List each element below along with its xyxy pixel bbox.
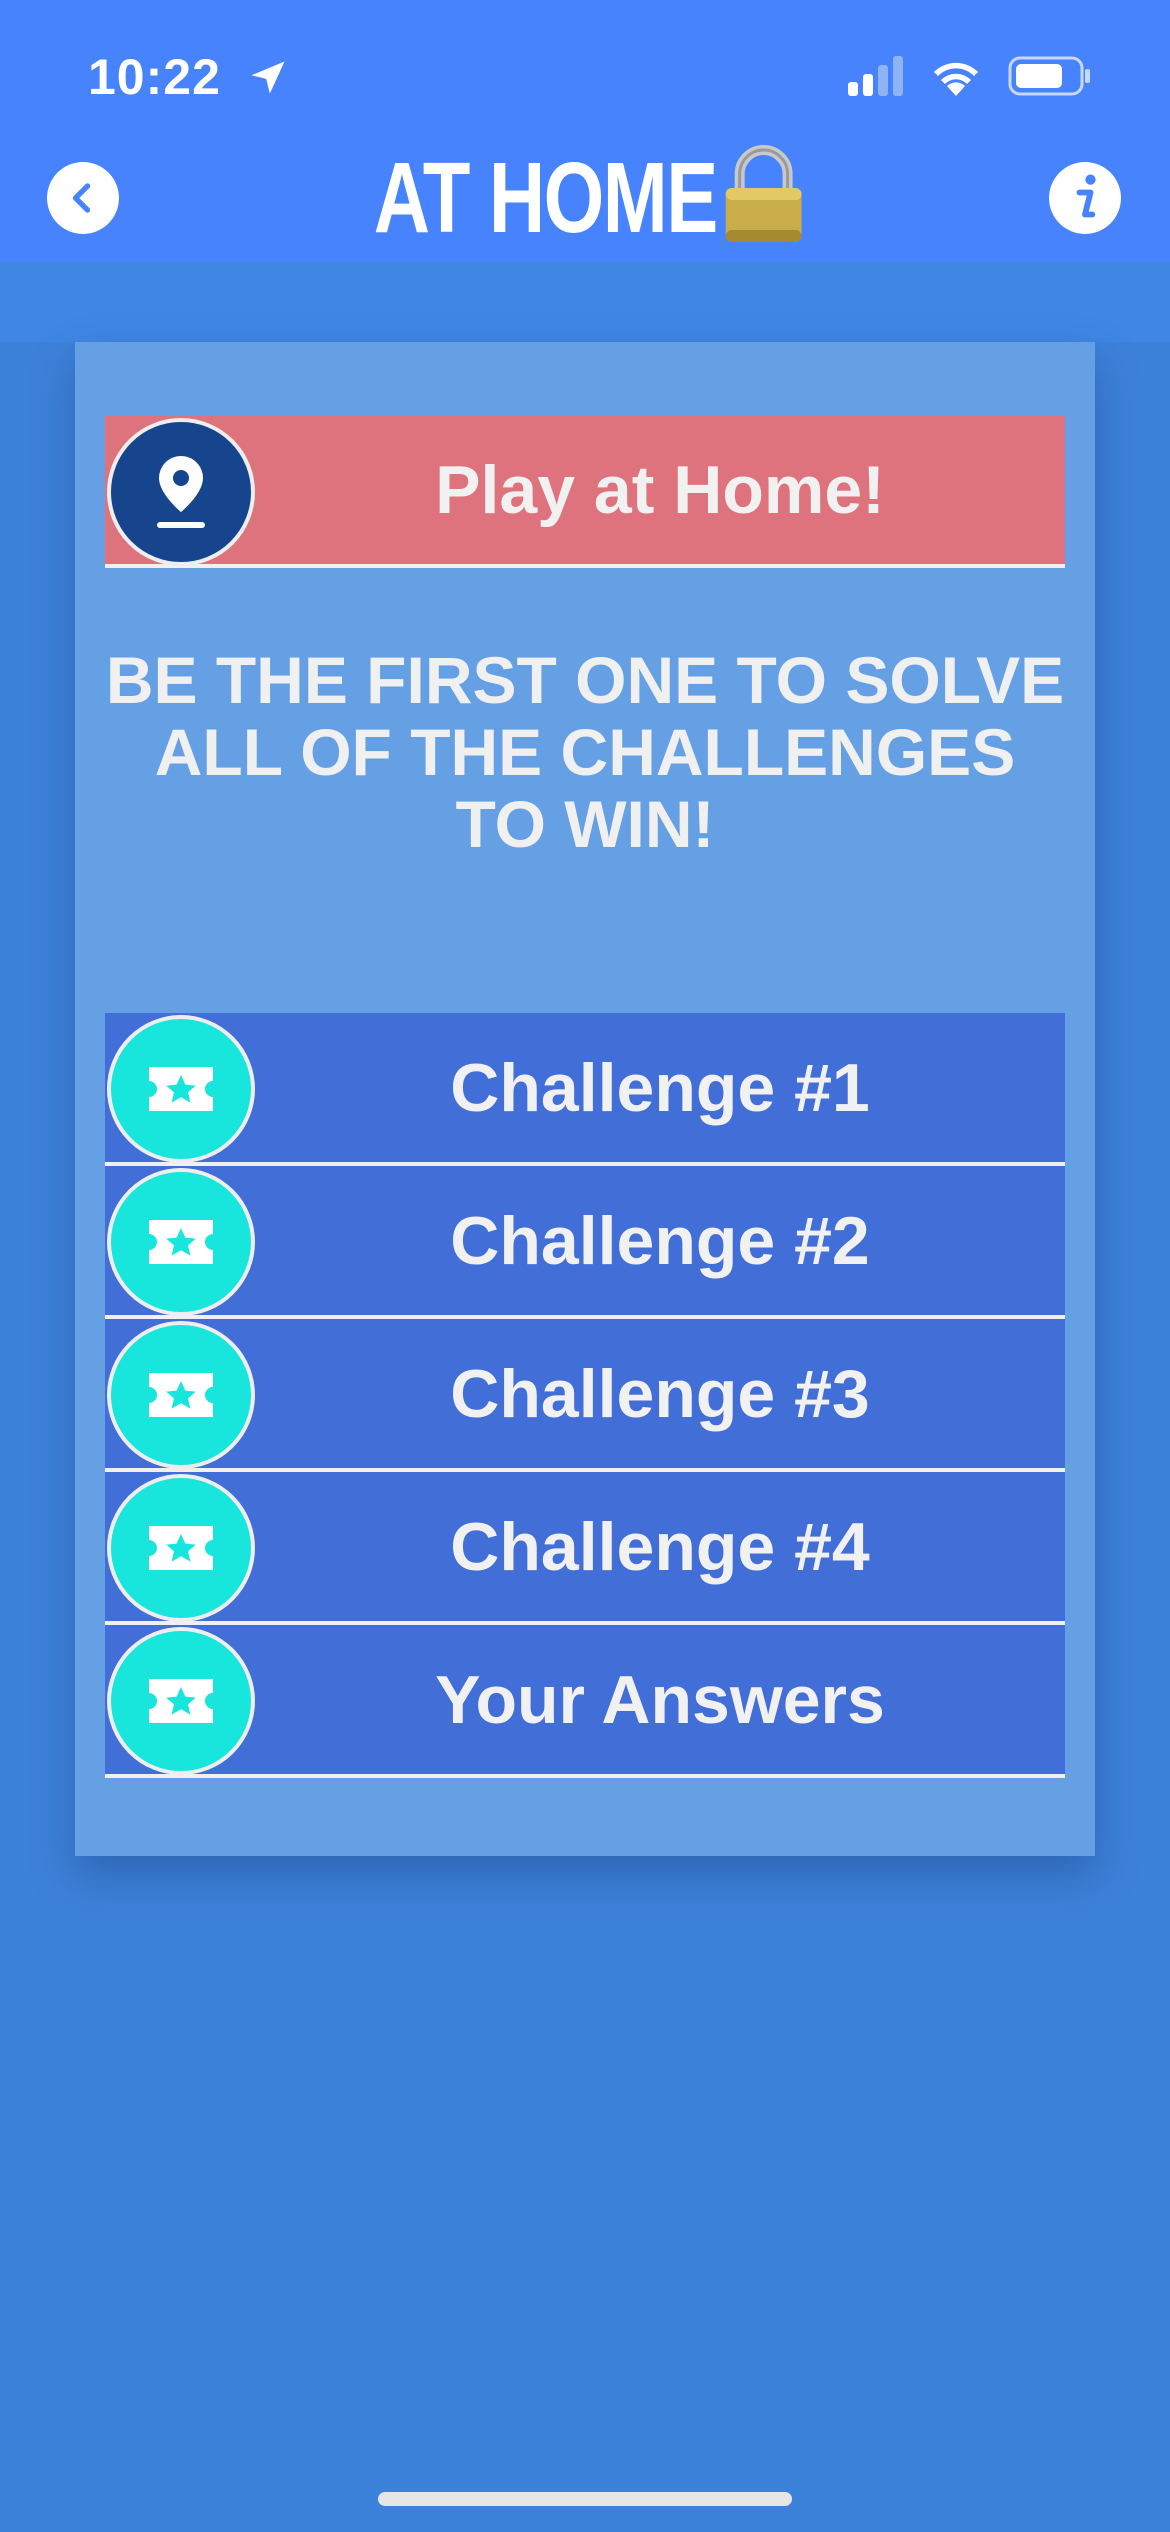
ticket-star-icon [149, 1067, 213, 1111]
ticket-star-icon [149, 1373, 213, 1417]
row-label: Challenge #1 [450, 1049, 870, 1126]
play-at-home-banner[interactable]: Play at Home! [105, 416, 1065, 568]
header-subbar [0, 262, 1170, 342]
status-time: 10:22 [88, 49, 221, 105]
challenge-3-button[interactable]: Challenge #3 [105, 1319, 1065, 1472]
ticket-badge [107, 1168, 255, 1316]
challenge-4-button[interactable]: Challenge #4 [105, 1472, 1065, 1625]
location-pin-icon [157, 456, 205, 528]
your-answers-button[interactable]: Your Answers [105, 1625, 1065, 1778]
page-title-text: AT HOME [373, 142, 719, 254]
row-label: Your Answers [435, 1661, 885, 1738]
info-icon [1076, 174, 1096, 218]
ticket-badge [107, 1015, 255, 1163]
ticket-star-icon [149, 1679, 213, 1723]
lock-icon [722, 144, 806, 268]
home-indicator[interactable] [378, 2492, 792, 2506]
page-title: AT HOME [129, 140, 1042, 268]
battery-icon [1008, 56, 1090, 96]
info-button[interactable] [1049, 162, 1121, 234]
signal-icon [848, 56, 903, 96]
row-label: Challenge #4 [450, 1508, 870, 1585]
wifi-icon [934, 62, 978, 96]
back-button[interactable] [47, 162, 119, 234]
top-header: 10:22 AT HOME [0, 0, 1170, 262]
ticket-badge [107, 1321, 255, 1469]
headline-text: BE THE FIRST ONE TO SOLVE ALL OF THE CHA… [105, 643, 1065, 861]
challenge-2-button[interactable]: Challenge #2 [105, 1166, 1065, 1319]
row-label: Challenge #2 [450, 1202, 870, 1279]
status-icons [848, 56, 1092, 96]
ticket-star-icon [149, 1526, 213, 1570]
location-pin-badge [107, 418, 255, 566]
ticket-badge [107, 1474, 255, 1622]
ticket-badge [107, 1627, 255, 1775]
banner-label: Play at Home! [435, 452, 885, 528]
content-card: Play at Home! BE THE FIRST ONE TO SOLVE … [75, 342, 1095, 1856]
chevron-left-icon [72, 183, 91, 213]
row-label: Challenge #3 [450, 1355, 870, 1432]
challenge-list: Challenge #1 Challenge #2 Challenge #3 C… [105, 1013, 1065, 1778]
location-arrow-icon [251, 61, 285, 94]
challenge-1-button[interactable]: Challenge #1 [105, 1013, 1065, 1166]
ticket-star-icon [149, 1220, 213, 1264]
